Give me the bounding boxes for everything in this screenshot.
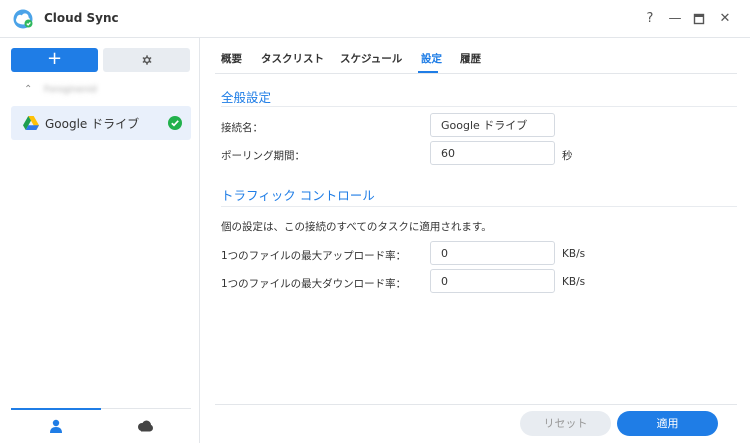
connection-name-input[interactable] [430, 113, 555, 137]
gear-icon [142, 55, 151, 65]
title-bar: Cloud Sync ? — ✕ [0, 0, 750, 38]
cloud-sync-icon [13, 9, 33, 29]
check-circle-icon [168, 116, 182, 130]
tab-overview[interactable]: 概要 [221, 51, 242, 66]
sidebar-item-google-drive[interactable]: Google ドライブ [11, 106, 191, 140]
tab-task-list[interactable]: タスクリスト [261, 51, 324, 66]
traffic-description: 個の設定は、この接続のすべてのタスクに適用されます。 [221, 221, 492, 233]
sidebar-bottom-tabs [11, 408, 191, 443]
chevron-up-icon: ⌃ [24, 84, 33, 95]
cloud-icon [138, 420, 153, 432]
tab-bar: 概要 タスクリスト スケジュール 設定 履歴 [215, 38, 737, 74]
divider [221, 106, 737, 107]
download-unit: KB/s [562, 276, 586, 288]
footer-divider [215, 404, 737, 405]
close-button[interactable]: ✕ [716, 9, 734, 29]
apply-button[interactable]: 適用 [617, 411, 718, 436]
connection-group[interactable]: ⌃ Foroginenid [22, 84, 192, 100]
max-download-input[interactable] [430, 269, 555, 293]
max-upload-label: 1つのファイルの最大アップロード率： [221, 250, 407, 262]
maximize-button[interactable] [690, 9, 708, 29]
polling-period-label: ポーリング期間： [221, 150, 305, 162]
main-panel: 概要 タスクリスト スケジュール 設定 履歴 全般設定 接続名： ポーリング期間… [201, 38, 750, 443]
tab-cloud[interactable] [101, 409, 191, 443]
add-connection-button[interactable]: + [11, 48, 98, 72]
divider [221, 206, 737, 207]
traffic-control-title: トラフィック コントロール [221, 188, 375, 203]
polling-period-input[interactable] [430, 141, 555, 165]
sidebar-item-label: Google ドライブ [45, 117, 140, 131]
google-drive-icon [23, 116, 39, 130]
reset-button[interactable]: リセット [520, 411, 611, 436]
group-name: Foroginenid [44, 85, 97, 95]
settings-button[interactable] [103, 48, 190, 72]
maximize-icon [693, 13, 705, 25]
user-icon [50, 419, 62, 433]
tab-settings[interactable]: 設定 [421, 51, 442, 66]
sidebar: + ⌃ Foroginenid Google ドライブ [0, 38, 200, 443]
polling-unit: 秒 [562, 150, 573, 162]
max-upload-input[interactable] [430, 241, 555, 265]
connection-name-label: 接続名： [221, 122, 263, 134]
general-settings-title: 全般設定 [221, 90, 272, 105]
help-button[interactable]: ? [641, 9, 659, 29]
tab-schedule[interactable]: スケジュール [340, 51, 402, 66]
app-title: Cloud Sync [44, 11, 119, 25]
tab-history[interactable]: 履歴 [460, 51, 481, 66]
upload-unit: KB/s [562, 248, 586, 260]
max-download-label: 1つのファイルの最大ダウンロード率： [221, 278, 407, 290]
minimize-button[interactable]: — [666, 9, 684, 29]
active-tab-indicator [418, 71, 438, 73]
tab-user[interactable] [11, 408, 101, 443]
